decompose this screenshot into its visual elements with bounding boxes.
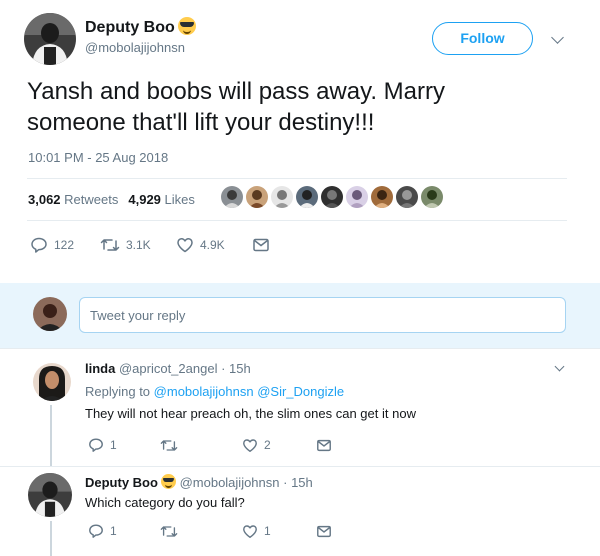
likes-stat[interactable]: 4,929 Likes: [128, 192, 195, 207]
mention-link[interactable]: @Sir_Dongizle: [257, 384, 344, 399]
mention-link[interactable]: @mobolajijohnsn: [154, 384, 254, 399]
reply-input[interactable]: [79, 297, 566, 333]
sunglasses-emoji-icon: [177, 17, 196, 35]
tweet-text-line: Yansh and boobs will pass away. Marry: [27, 78, 445, 105]
reply-header: Deputy Boo @mobolajijohnsn · 15h: [85, 474, 313, 490]
retweets-stat[interactable]: 3,062 Retweets: [28, 192, 118, 207]
direct-message-button[interactable]: [316, 524, 332, 539]
reply-author-handle[interactable]: @mobolajijohnsn: [180, 475, 280, 490]
retweet-icon: [160, 439, 178, 451]
liker-avatar[interactable]: [371, 186, 393, 208]
reply-author-avatar[interactable]: [28, 473, 72, 517]
tweet-text-line: someone that'll lift your destiny!!!: [27, 109, 375, 136]
author-name[interactable]: Deputy Boo: [85, 17, 196, 37]
author-handle[interactable]: @mobolajijohnsn: [85, 40, 185, 55]
retweet-icon: [160, 525, 178, 537]
envelope-icon: [317, 439, 331, 451]
retweet-button[interactable]: [160, 438, 242, 453]
divider: [27, 178, 567, 179]
reply-button[interactable]: 1: [88, 523, 160, 539]
heart-icon: [243, 524, 257, 538]
reply-author-handle[interactable]: @apricot_2angel: [119, 361, 217, 376]
envelope-icon: [253, 238, 269, 252]
reply-author-name[interactable]: Deputy Boo: [85, 475, 158, 490]
direct-message-button[interactable]: [252, 237, 270, 253]
liker-avatar[interactable]: [421, 186, 443, 208]
liker-avatar[interactable]: [296, 186, 318, 208]
tweet-timestamp[interactable]: 10:01 PM - 25 Aug 2018: [28, 150, 168, 165]
reply-composer: [0, 283, 600, 348]
heart-icon: [177, 238, 193, 253]
liker-avatar[interactable]: [221, 186, 243, 208]
liker-avatar[interactable]: [246, 186, 268, 208]
reply-icon: [89, 524, 103, 538]
replying-to: Replying to @mobolajijohnsn @Sir_Dongizl…: [85, 384, 345, 399]
thread-line: [50, 521, 52, 556]
chevron-down-icon[interactable]: [551, 31, 564, 44]
liker-avatar[interactable]: [396, 186, 418, 208]
reply-author-name[interactable]: linda: [85, 361, 115, 376]
reply-button[interactable]: 1: [88, 437, 160, 453]
retweet-button[interactable]: 3.1K: [100, 237, 176, 253]
retweet-icon: [100, 239, 120, 251]
like-button[interactable]: 1: [242, 524, 316, 539]
liker-avatar[interactable]: [271, 186, 293, 208]
thread-line: [50, 405, 52, 467]
retweet-button[interactable]: [160, 524, 242, 539]
reply-text: They will not hear preach oh, the slim o…: [85, 406, 416, 421]
reply-header: linda @apricot_2angel · 15h: [85, 361, 251, 376]
sunglasses-emoji-icon: [160, 474, 176, 489]
tweet-text: Yansh and boobs will pass away. Marry so…: [27, 76, 567, 138]
liker-avatar[interactable]: [346, 186, 368, 208]
like-button[interactable]: 4.9K: [176, 237, 252, 253]
main-tweet: Deputy Boo @mobolajijohnsn Follow Yansh …: [0, 0, 600, 283]
reply-actions: 1 2: [88, 437, 332, 453]
author-avatar[interactable]: [24, 13, 76, 65]
follow-button[interactable]: Follow: [432, 22, 533, 55]
liker-avatars: [221, 186, 443, 208]
reply-text: Which category do you fall?: [85, 495, 245, 510]
reply-author-avatar[interactable]: [33, 363, 71, 401]
reply-icon: [31, 237, 47, 253]
like-button[interactable]: 2: [242, 438, 316, 453]
reply-tweet: Deputy Boo @mobolajijohnsn · 15h Which c…: [0, 466, 600, 556]
engagement-stats: 3,062 Retweets 4,929 Likes: [28, 192, 195, 207]
envelope-icon: [317, 525, 331, 537]
reply-button[interactable]: 122: [30, 236, 100, 254]
current-user-avatar[interactable]: [33, 297, 67, 331]
reply-tweet: linda @apricot_2angel · 15h Replying to …: [0, 348, 600, 467]
reply-time[interactable]: · 15h: [283, 475, 313, 490]
tweet-actions: 122 3.1K 4.9K: [30, 236, 270, 254]
chevron-down-icon[interactable]: [554, 361, 565, 372]
liker-avatar[interactable]: [321, 186, 343, 208]
reply-actions: 1 1: [88, 523, 332, 539]
direct-message-button[interactable]: [316, 438, 332, 453]
reply-time[interactable]: · 15h: [221, 361, 251, 376]
divider: [27, 220, 567, 221]
reply-icon: [89, 438, 103, 452]
heart-icon: [243, 438, 257, 452]
